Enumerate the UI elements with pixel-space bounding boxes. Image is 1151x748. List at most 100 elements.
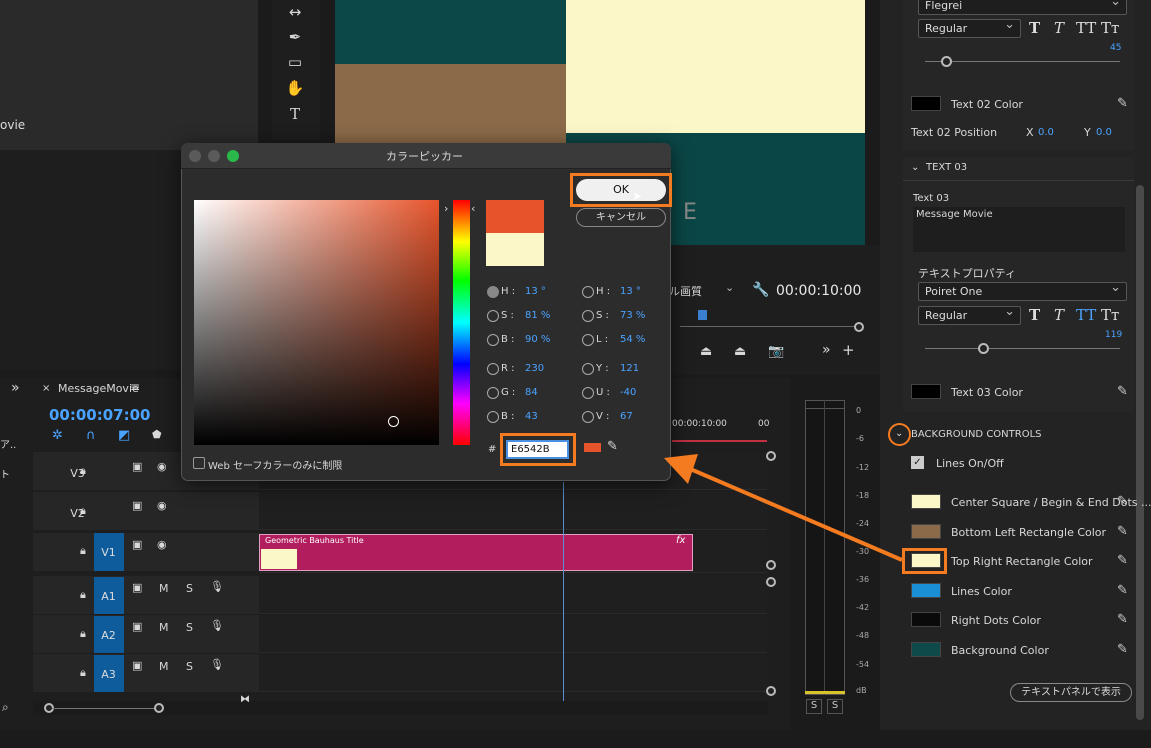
channel-value[interactable]: 54 % [620,334,645,345]
slider-knob[interactable] [978,343,989,354]
eyedropper-icon[interactable]: ✎ [1117,583,1129,598]
radio-yuv-1[interactable] [582,387,594,399]
radio-rgb-1[interactable] [487,387,499,399]
style-dropdown[interactable]: Regular [918,303,1021,325]
all-caps-icon[interactable]: TT [1076,306,1096,324]
panel-menu-icon[interactable]: ≡ [130,380,140,394]
channel-value[interactable]: 73 % [620,310,645,321]
magnet-icon[interactable]: ∩ [86,428,96,443]
mute-button[interactable]: M [159,621,169,634]
y-value[interactable]: 0.0 [1096,127,1112,138]
font-dropdown[interactable]: Poiret One [918,279,1127,301]
radio-rgb-0[interactable] [487,363,499,375]
playhead-marker[interactable] [698,310,707,320]
radio-hsb-0[interactable] [487,286,499,298]
slider-knob[interactable] [941,56,952,67]
track-area-a3[interactable] [259,654,767,692]
radio-rgb-2[interactable] [487,411,499,423]
text02-swatch[interactable] [911,96,941,111]
hue-arrow-left[interactable]: › [444,202,448,215]
all-caps-icon[interactable]: TT [1076,19,1096,37]
show-in-text-panel-button[interactable]: テキストパネルで表示 [1010,683,1132,702]
toggle-sync-icon[interactable]: ▣ [132,460,142,473]
color-field[interactable] [194,200,439,445]
chevron-down-icon[interactable]: ⌄ [895,428,903,439]
websafe-checkbox[interactable] [193,457,205,469]
track-area-a2[interactable] [259,615,767,653]
lock-icon[interactable]: 🔒︎ [80,666,86,680]
eye-icon[interactable]: ◉ [157,499,167,512]
minimize-button[interactable] [208,150,220,162]
zoom-bar[interactable] [52,708,156,709]
quality-dropdown[interactable]: ル画質 ⌄ [665,281,737,299]
hand-tool-icon[interactable]: ✋ [284,78,306,98]
radio-hsb-1[interactable] [487,310,499,322]
channel-value[interactable]: -40 [620,387,636,398]
linked-selection-icon[interactable]: ◩ [118,428,130,443]
channel-value[interactable]: 230 [525,363,544,374]
text03-swatch[interactable] [911,384,941,399]
ok-button[interactable]: OK [576,179,666,201]
add-button-icon[interactable]: + [842,341,855,359]
radio-yuv-0[interactable] [582,363,594,375]
track-label-v1[interactable]: V1 [92,546,125,559]
old-color-swatch[interactable] [486,233,544,266]
close-button[interactable] [189,150,201,162]
color-swatch[interactable] [911,642,941,657]
eyedropper-icon[interactable]: ✎ [1117,612,1129,627]
lines-checkbox[interactable]: ✓ [911,456,924,469]
eye-icon[interactable]: ◉ [157,460,167,473]
bold-icon[interactable]: T [1029,306,1040,324]
color-swatch[interactable] [911,612,941,627]
color-swatch[interactable] [911,494,941,509]
eyedropper-icon[interactable]: ✎ [607,439,618,454]
channel-value[interactable]: 90 % [525,334,550,345]
expand-panels-icon[interactable]: » [11,380,20,396]
mic-icon[interactable]: 🎙︎ [210,619,224,632]
scrubber-end-handle[interactable] [854,322,864,332]
toggle-sync-icon[interactable]: ▣ [132,499,142,512]
solo-left-button[interactable]: S [806,699,822,714]
lock-icon[interactable]: 🔒︎ [80,588,86,602]
font-dropdown-top[interactable]: Flegrei [918,0,1127,15]
cancel-button[interactable]: キャンセル [576,208,666,227]
timeline-timecode[interactable]: 00:00:07:00 [49,406,151,424]
bold-icon[interactable]: T [1029,19,1040,37]
eyedropper-icon[interactable]: ✎ [1117,553,1129,568]
toggle-sync-icon[interactable]: ▣ [132,581,142,594]
solo-button[interactable]: S [186,621,193,634]
track-label-a1[interactable]: A1 [92,590,125,603]
rectangle-tool-icon[interactable]: ▭ [284,52,306,72]
channel-value[interactable]: 13 ° [525,286,546,297]
small-caps-icon[interactable]: Tт [1101,19,1119,37]
font-size-slider-top[interactable] [925,61,1120,62]
toggle-sync-icon[interactable]: ▣ [132,659,142,672]
add-marker-icon[interactable]: ⬟ [152,428,162,441]
radio-yuv-2[interactable] [582,411,594,423]
timeline-tab[interactable]: MessageMovie [58,382,139,395]
text03-header[interactable]: TEXT 03 [926,162,967,173]
solo-button[interactable]: S [186,582,193,595]
eyedropper-icon[interactable]: ✎ [1117,96,1129,111]
radio-hsl-0[interactable] [582,286,594,298]
more-controls-icon[interactable]: » [822,342,831,358]
chevron-down-icon[interactable]: ⌄ [911,162,919,173]
color-field-picker[interactable] [388,416,399,427]
program-scrubber[interactable] [680,326,860,327]
mute-button[interactable]: M [159,660,169,673]
channel-value[interactable]: 121 [620,363,639,374]
toggle-sync-icon[interactable]: ▣ [132,620,142,633]
bg-controls-header[interactable]: BACKGROUND CONTROLS [911,429,1042,440]
panel-scrollbar[interactable] [1136,185,1144,720]
color-swatch[interactable] [911,583,941,598]
track-label-v2[interactable]: V2 [61,507,94,520]
font-size[interactable]: 119 [1105,330,1122,340]
playhead-line[interactable] [563,482,564,702]
websafe-swatch[interactable] [584,443,601,452]
zoom-handle-right[interactable] [154,703,164,713]
type-tool-icon[interactable]: T [284,104,306,124]
pen-tool-icon[interactable]: ✒ [284,27,306,47]
toggle-sync-icon[interactable]: ▣ [132,538,142,551]
style-dropdown-top[interactable]: Regular [918,16,1021,38]
hue-arrow-right[interactable]: ‹ [471,202,475,215]
